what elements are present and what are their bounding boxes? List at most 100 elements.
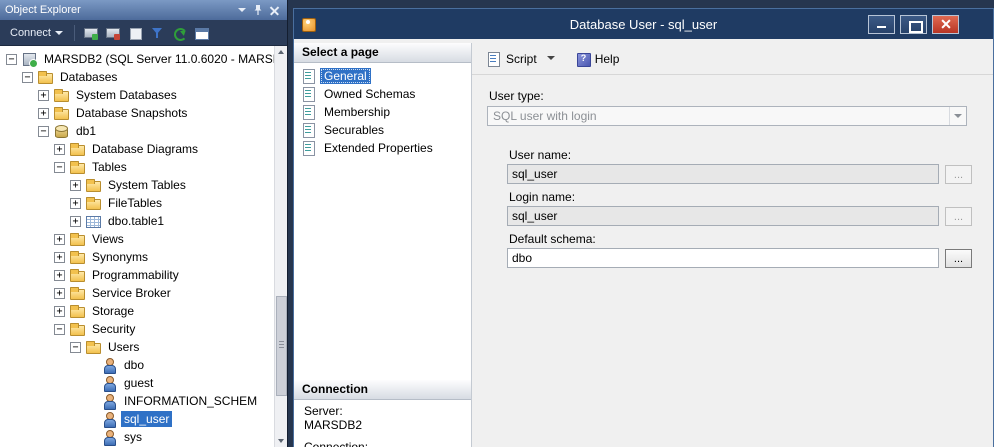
properties-window-button[interactable] [191, 23, 211, 43]
page-item-membership[interactable]: Membership [300, 103, 471, 121]
table-icon [85, 213, 101, 229]
tree-item-label: sql_user [121, 411, 172, 427]
scrollbar-down-icon[interactable] [275, 434, 287, 447]
close-button[interactable] [932, 15, 959, 34]
expand-icon[interactable]: + [54, 252, 65, 263]
user-name-input[interactable] [507, 164, 939, 184]
dialog-body: Select a page GeneralOwned SchemasMember… [294, 39, 993, 447]
tree-item-label: Views [89, 231, 127, 247]
database-user-icon [300, 16, 316, 32]
connect-button[interactable]: Connect [5, 25, 68, 41]
tree-item-system-databases[interactable]: + System Databases [0, 86, 273, 104]
collapse-icon[interactable]: − [54, 162, 65, 173]
collapse-icon[interactable]: − [6, 54, 17, 65]
tree-item-security[interactable]: −Security [0, 320, 273, 338]
expand-icon[interactable]: + [54, 144, 65, 155]
select-page-pane: Select a page GeneralOwned SchemasMember… [294, 43, 472, 447]
tree-item-dbo[interactable]: dbo [0, 356, 273, 374]
page-item-label: Membership [320, 104, 394, 120]
collapse-icon[interactable]: − [38, 126, 49, 137]
page-item-extended-properties[interactable]: Extended Properties [300, 139, 471, 157]
tree-item-db1[interactable]: −db1 [0, 122, 273, 140]
page-item-label: Extended Properties [320, 140, 437, 156]
tree-item-label: Databases [57, 69, 120, 85]
tree-item-dbo-table1[interactable]: +dbo.table1 [0, 212, 273, 230]
page-item-general[interactable]: General [300, 67, 471, 85]
tree-item-users[interactable]: −Users [0, 338, 273, 356]
panel-close-button[interactable] [266, 3, 282, 17]
tree-item-sys[interactable]: sys [0, 428, 273, 446]
collapse-icon[interactable]: − [22, 72, 33, 83]
server-disconnect-button[interactable] [103, 23, 123, 43]
user-icon [101, 357, 117, 373]
tree-item-filetables[interactable]: +FileTables [0, 194, 273, 212]
scrollbar-thumb[interactable] [276, 296, 287, 396]
tree-item-programmability[interactable]: +Programmability [0, 266, 273, 284]
tree-item-service-broker[interactable]: +Service Broker [0, 284, 273, 302]
script-icon [486, 51, 502, 67]
page-item-owned-schemas[interactable]: Owned Schemas [300, 85, 471, 103]
scrollbar-up-icon[interactable] [275, 46, 287, 59]
user-type-combobox[interactable]: SQL user with login [487, 106, 967, 126]
expand-icon[interactable]: + [70, 198, 81, 209]
server-connect-button[interactable] [81, 23, 101, 43]
page-item-securables[interactable]: Securables [300, 121, 471, 139]
tree-item-databases[interactable]: − Databases [0, 68, 273, 86]
user-name-browse-button[interactable]: ... [945, 165, 972, 184]
tree-item-guest[interactable]: guest [0, 374, 273, 392]
connect-label: Connect [10, 27, 51, 39]
pin-button[interactable] [250, 3, 266, 17]
tree-item-label: System Databases [73, 87, 180, 103]
stop-button[interactable] [125, 23, 145, 43]
user-icon [101, 375, 117, 391]
default-schema-input[interactable] [507, 248, 939, 268]
scrollbar-grip-icon [279, 341, 284, 349]
folder-icon [69, 159, 85, 175]
expand-icon[interactable]: + [38, 108, 49, 119]
tree-item-system-tables[interactable]: +System Tables [0, 176, 273, 194]
tree-item-marsdb2-sql-server-11-0-6020-marsd[interactable]: −MARSDB2 (SQL Server 11.0.6020 - MARSD [0, 50, 273, 68]
expand-icon[interactable]: + [54, 270, 65, 281]
expand-icon[interactable]: + [70, 216, 81, 227]
tree-item-database-diagrams[interactable]: +Database Diagrams [0, 140, 273, 158]
tree-item-storage[interactable]: +Storage [0, 302, 273, 320]
tree-item-tables[interactable]: −Tables [0, 158, 273, 176]
tree-item-label: guest [121, 375, 156, 391]
combo-dropdown-button[interactable] [949, 107, 966, 125]
help-button[interactable]: Help [571, 48, 624, 70]
chevron-down-icon [954, 114, 962, 118]
database-icon [53, 123, 69, 139]
stop-icon [127, 25, 143, 41]
page-item-label: General [320, 68, 371, 84]
folder-icon [85, 339, 101, 355]
expand-icon[interactable]: + [54, 234, 65, 245]
filter-button[interactable] [147, 23, 167, 43]
expand-icon[interactable]: + [38, 90, 49, 101]
tree-scrollbar[interactable] [274, 46, 287, 447]
script-dropdown-button[interactable] [541, 47, 561, 71]
expand-icon[interactable]: + [70, 180, 81, 191]
tree-item-information-schem[interactable]: INFORMATION_SCHEM [0, 392, 273, 410]
connection-info: Server: MARSDB2 Connection: [294, 400, 471, 447]
collapse-icon[interactable]: − [54, 324, 65, 335]
user-name-label: User name: [509, 148, 571, 162]
script-button[interactable]: Script [482, 48, 541, 70]
refresh-button[interactable] [169, 23, 189, 43]
tree-item-views[interactable]: + Views [0, 230, 273, 248]
user-icon [101, 429, 117, 445]
tree-item-sql-user[interactable]: sql_user [0, 410, 273, 428]
default-schema-browse-button[interactable]: ... [945, 249, 972, 268]
collapse-icon[interactable]: − [70, 342, 81, 353]
close-icon [270, 6, 279, 15]
object-explorer-titlebar[interactable]: Object Explorer [0, 0, 287, 20]
minimize-button[interactable] [868, 15, 895, 34]
window-position-button[interactable] [234, 3, 250, 17]
expand-icon[interactable]: + [54, 306, 65, 317]
expand-icon[interactable]: + [54, 288, 65, 299]
maximize-button[interactable] [900, 15, 927, 34]
tree-item-database-snapshots[interactable]: +Database Snapshots [0, 104, 273, 122]
login-name-input[interactable] [507, 206, 939, 226]
login-name-browse-button[interactable]: ... [945, 207, 972, 226]
dialog-titlebar[interactable]: Database User - sql_user [294, 9, 993, 39]
tree-item-synonyms[interactable]: +Synonyms [0, 248, 273, 266]
